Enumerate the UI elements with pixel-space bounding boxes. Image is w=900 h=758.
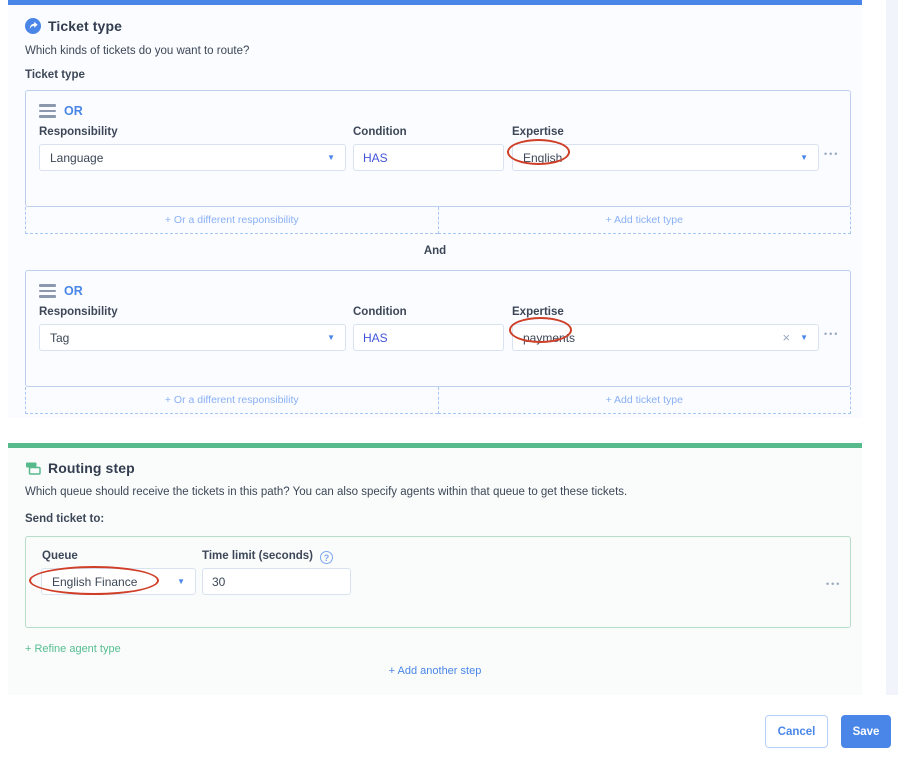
- time-limit-input[interactable]: [202, 568, 351, 595]
- expertise-select[interactable]: English ▼: [512, 144, 819, 171]
- scrollbar-track[interactable]: [886, 0, 898, 695]
- card-title: Routing step: [48, 460, 135, 476]
- responsibility-value: Language: [50, 150, 104, 165]
- card-title: Ticket type: [48, 18, 122, 34]
- responsibility-label: Responsibility: [39, 306, 118, 318]
- routing-rule-editor: Ticket type Which kinds of tickets do yo…: [0, 0, 900, 758]
- expertise-value: payments: [523, 330, 576, 345]
- routing-step-card: Routing step Which queue should receive …: [8, 443, 862, 695]
- chevron-down-icon: ▼: [177, 576, 185, 586]
- or-label: OR: [64, 104, 83, 118]
- or-row: OR: [39, 104, 83, 118]
- add-another-step-button[interactable]: + Add another step: [8, 665, 862, 677]
- responsibility-select[interactable]: Tag ▼: [39, 324, 346, 351]
- more-options-icon[interactable]: •••: [826, 579, 841, 589]
- expertise-select[interactable]: payments × ▼: [512, 324, 819, 351]
- condition-group-1: OR Responsibility Condition Expertise La…: [25, 90, 851, 234]
- expertise-value: English: [523, 150, 563, 165]
- card-description: Which queue should receive the tickets i…: [25, 486, 628, 498]
- drag-handle-icon[interactable]: [39, 104, 56, 118]
- or-row: OR: [39, 284, 83, 298]
- responsibility-select[interactable]: Language ▼: [39, 144, 346, 171]
- and-connector-label: And: [423, 245, 447, 257]
- condition-input[interactable]: [353, 324, 504, 351]
- chevron-down-icon: ▼: [327, 332, 335, 342]
- ticket-type-header: Ticket type: [25, 18, 122, 34]
- add-ticket-type-button[interactable]: + Add ticket type: [437, 387, 851, 414]
- save-button[interactable]: Save: [841, 715, 891, 748]
- chevron-down-icon: ▼: [800, 332, 808, 342]
- queue-step-box: Queue Time limit (seconds)? English Fina…: [25, 536, 851, 628]
- routing-step-header: Routing step: [25, 460, 135, 476]
- responsibility-label: Responsibility: [39, 126, 118, 138]
- condition-group-2: OR Responsibility Condition Expertise Ta…: [25, 270, 851, 414]
- chevron-down-icon: ▼: [327, 152, 335, 162]
- ticket-type-card: Ticket type Which kinds of tickets do yo…: [8, 0, 862, 418]
- expertise-label: Expertise: [512, 306, 564, 318]
- more-options-icon[interactable]: •••: [824, 149, 839, 159]
- chevron-down-icon: ▼: [800, 152, 808, 162]
- help-icon[interactable]: ?: [319, 551, 333, 564]
- condition-label: Condition: [353, 126, 407, 138]
- queue-value: English Finance: [52, 574, 138, 589]
- queue-label: Queue: [42, 550, 78, 562]
- clear-icon[interactable]: ×: [782, 330, 790, 345]
- or-different-responsibility-button[interactable]: + Or a different responsibility: [25, 207, 438, 234]
- condition-input[interactable]: [353, 144, 504, 171]
- more-options-icon[interactable]: •••: [824, 329, 839, 339]
- add-ticket-type-button[interactable]: + Add ticket type: [437, 207, 851, 234]
- forward-circle-icon: [25, 18, 41, 34]
- condition-group-box: OR Responsibility Condition Expertise La…: [25, 90, 851, 207]
- or-different-responsibility-button[interactable]: + Or a different responsibility: [25, 387, 438, 414]
- condition-group-box: OR Responsibility Condition Expertise Ta…: [25, 270, 851, 387]
- group-footer: + Or a different responsibility + Add ti…: [25, 387, 851, 414]
- queue-select[interactable]: English Finance ▼: [41, 568, 196, 595]
- routing-icon: [26, 462, 41, 475]
- group-footer: + Or a different responsibility + Add ti…: [25, 207, 851, 234]
- condition-label: Condition: [353, 306, 407, 318]
- card-description: Which kinds of tickets do you want to ro…: [25, 45, 250, 57]
- drag-handle-icon[interactable]: [39, 284, 56, 298]
- responsibility-value: Tag: [50, 330, 70, 345]
- expertise-label: Expertise: [512, 126, 564, 138]
- section-label: Ticket type: [25, 69, 85, 81]
- refine-agent-type-button[interactable]: + Refine agent type: [25, 643, 121, 655]
- section-label: Send ticket to:: [25, 513, 105, 525]
- time-limit-label: Time limit (seconds)?: [202, 550, 333, 564]
- or-label: OR: [64, 284, 83, 298]
- cancel-button[interactable]: Cancel: [765, 715, 828, 748]
